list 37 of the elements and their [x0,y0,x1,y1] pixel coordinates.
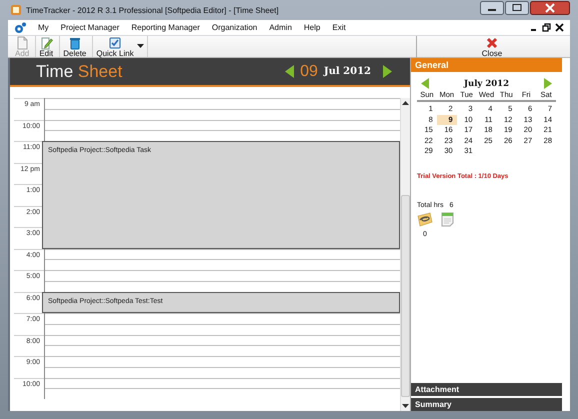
paperclip-icon[interactable] [417,212,433,226]
close-icon [485,36,499,50]
dropdown-caret-icon[interactable] [136,44,144,49]
menu-item[interactable]: Help [304,23,320,32]
section-header[interactable]: Attachment [411,383,562,396]
menu-item[interactable]: My [38,23,49,32]
maximize-icon[interactable] [505,1,529,15]
calendar-month: July 2012 [464,78,509,88]
close-icon[interactable] [555,23,564,32]
menu-item[interactable]: Reporting Manager [131,23,200,32]
menu-item[interactable]: Project Manager [60,23,120,32]
scroll-thumb[interactable] [401,195,410,397]
vertical-scrollbar[interactable] [400,98,410,411]
section-header[interactable]: Summary [411,398,562,411]
next-month-icon[interactable] [544,78,552,89]
day-number: 09 [300,62,318,80]
trash-icon [68,36,82,50]
checklist-icon [108,36,122,50]
next-arrow-icon[interactable] [383,65,392,78]
scroll-down-icon [402,404,409,409]
previous-month-icon[interactable] [421,78,429,89]
delete-button[interactable]: Delete [60,36,90,58]
previous-arrow-icon[interactable] [285,65,294,78]
app-icon [10,4,22,16]
month-year: Jul 2012 [324,66,371,77]
minimize-icon[interactable] [480,1,504,15]
restore-icon[interactable] [542,23,551,32]
edit-button[interactable]: Edit [36,36,56,58]
sheet-title: Time Sheet [36,62,122,82]
close-icon[interactable] [530,1,570,15]
calendar-sheet-icon[interactable] [441,212,454,226]
menu-item[interactable]: Exit [332,23,346,32]
scroll-up-icon [402,100,409,105]
quick-link-button[interactable]: Quick Link [93,36,137,58]
menu-item[interactable]: Admin [269,23,292,32]
menu-item[interactable]: Organization [212,23,258,32]
window-title: TimeTracker - 2012 R 3.1 Professional [Softpedia Editor] - [Time Sheet] [26,6,279,14]
